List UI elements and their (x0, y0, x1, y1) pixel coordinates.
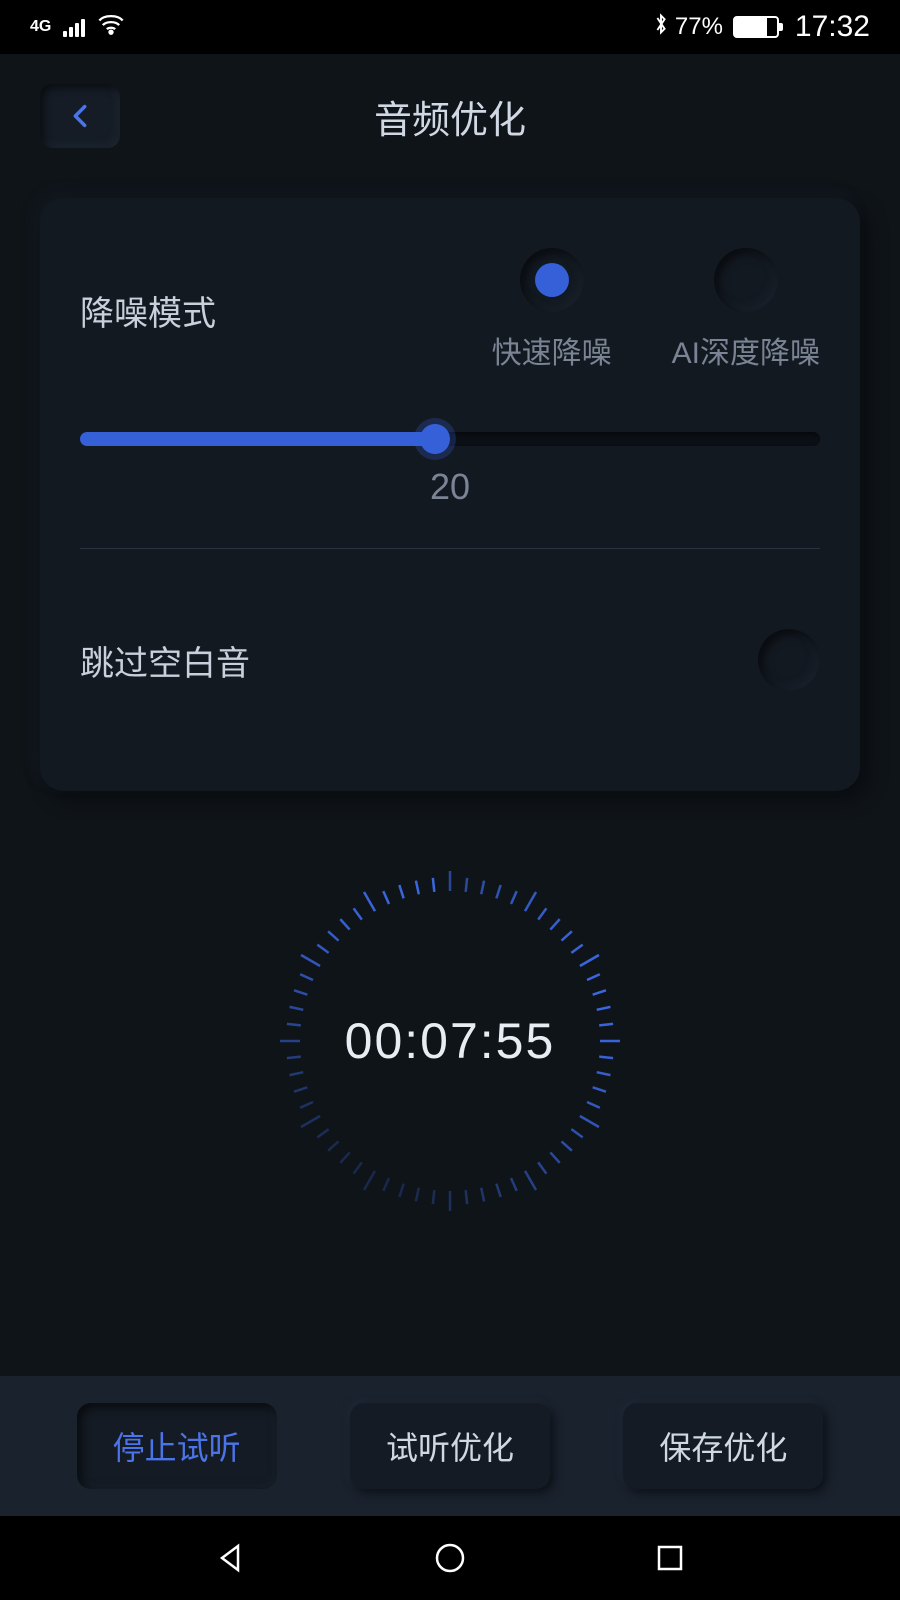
bottom-bar: 停止试听 试听优化 保存优化 (0, 1376, 900, 1516)
signal-icon (63, 17, 85, 37)
nav-recent-icon[interactable] (650, 1538, 690, 1578)
page-title: 音频优化 (374, 89, 526, 144)
status-bar: 4G 77% 17:32 (0, 0, 900, 54)
noise-mode-label: 降噪模式 (80, 286, 216, 335)
back-button[interactable] (40, 84, 120, 148)
nav-home-icon[interactable] (430, 1538, 470, 1578)
radio-icon (714, 248, 778, 312)
skip-silence-toggle[interactable] (758, 629, 820, 691)
battery-icon (733, 16, 779, 38)
noise-mode-row: 降噪模式 快速降噪 AI深度降噪 (80, 248, 820, 372)
status-left: 4G (30, 13, 125, 42)
nav-back-icon[interactable] (210, 1538, 250, 1578)
network-indicator: 4G (30, 19, 51, 35)
settings-panel: 降噪模式 快速降噪 AI深度降噪 20 跳过空白音 (40, 198, 860, 791)
radio-label: 快速降噪 (492, 328, 612, 372)
slider-value: 20 (80, 466, 820, 508)
timer-dial: 00:07:55 (280, 871, 620, 1211)
divider (80, 548, 820, 549)
preview-optimize-button[interactable]: 试听优化 (350, 1403, 550, 1489)
slider-thumb[interactable] (420, 424, 450, 454)
timer-section: 00:07:55 (0, 871, 900, 1211)
slider-fill (80, 432, 435, 446)
bluetooth-icon (653, 12, 669, 43)
status-right: 77% 17:32 (653, 10, 870, 44)
timer-ticks-icon (280, 871, 620, 1211)
radio-fast-noise[interactable]: 快速降噪 (492, 248, 612, 372)
noise-mode-radio-group: 快速降噪 AI深度降噪 (492, 248, 820, 372)
skip-silence-label: 跳过空白音 (80, 636, 250, 685)
header: 音频优化 (0, 54, 900, 198)
noise-level-slider[interactable]: 20 (80, 432, 820, 508)
skip-silence-row: 跳过空白音 (80, 599, 820, 731)
slider-track (80, 432, 820, 446)
save-optimize-button[interactable]: 保存优化 (623, 1403, 823, 1489)
clock: 17:32 (795, 10, 870, 44)
radio-label: AI深度降噪 (672, 328, 820, 372)
radio-icon (520, 248, 584, 312)
chevron-left-icon (66, 102, 94, 130)
radio-ai-noise[interactable]: AI深度降噪 (672, 248, 820, 372)
android-nav-bar (0, 1516, 900, 1600)
wifi-icon (97, 13, 125, 42)
battery-percent: 77% (675, 13, 723, 41)
stop-preview-button[interactable]: 停止试听 (77, 1403, 277, 1489)
